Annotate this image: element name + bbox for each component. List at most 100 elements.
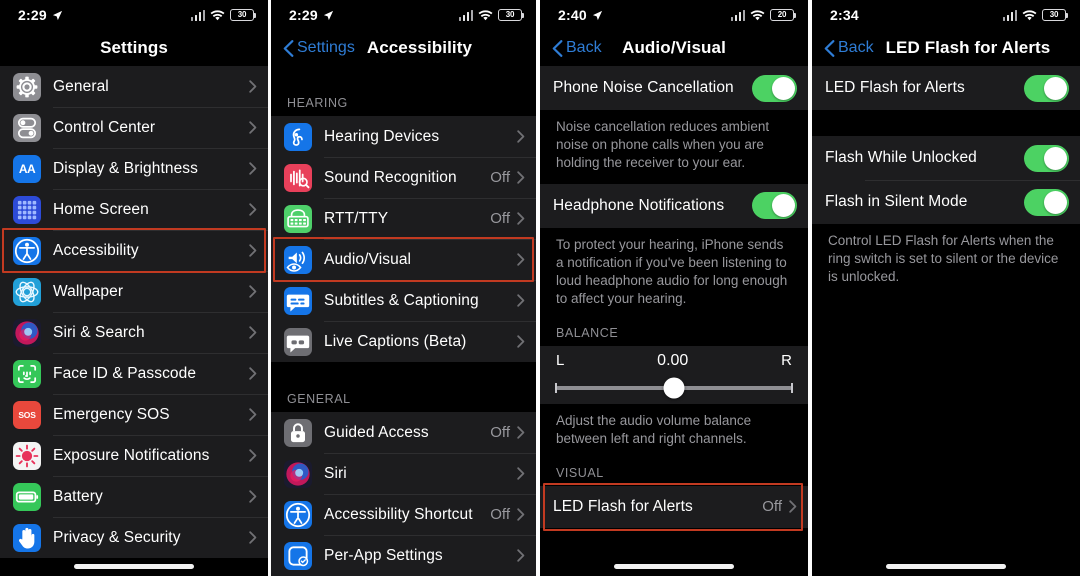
list-item[interactable]: Face ID & Passcode: [0, 353, 268, 394]
nav-bar: Back Audio/Visual: [540, 30, 808, 66]
list-item-label: Battery: [53, 487, 103, 505]
back-button[interactable]: Settings: [283, 39, 355, 57]
chevron-right-icon: [249, 367, 257, 380]
list-item[interactable]: Exposure Notifications: [0, 435, 268, 476]
face-id-icon: [13, 359, 41, 388]
toggle-switch[interactable]: [1024, 188, 1069, 216]
list-item-value: Off: [490, 169, 510, 186]
section-header: BALANCE: [540, 319, 808, 346]
battery-level-text: 30: [1049, 10, 1059, 19]
toggle-switch[interactable]: [752, 192, 797, 220]
led-flash-list[interactable]: LED Flash for Alerts Flash While Unlocked…: [812, 66, 1080, 576]
guided-access-lock-icon: [284, 418, 312, 447]
toggle-row-label: Headphone Notifications: [553, 196, 725, 214]
section-footer-text: To protect your hearing, iPhone sends a …: [540, 227, 808, 320]
status-bar: 2:34 30: [812, 0, 1080, 30]
audio-visual-list[interactable]: Phone Noise Cancellation Noise cancellati…: [540, 66, 808, 576]
list-item[interactable]: Control Center: [0, 107, 268, 148]
location-arrow-icon: [52, 10, 62, 20]
list-item[interactable]: Home Screen: [0, 189, 268, 230]
list-item-label: General: [53, 77, 109, 95]
balance-right-label: R: [781, 352, 792, 370]
list-item-label: Exposure Notifications: [53, 446, 210, 464]
chevron-right-icon: [249, 121, 257, 134]
list-item[interactable]: Audio/Visual: [271, 239, 536, 280]
list-item[interactable]: Guided Access Off: [271, 412, 536, 453]
settings-list[interactable]: General Control Center AA Display & Brightn…: [0, 66, 268, 576]
nav-row: Back LED Flash for Alerts: [824, 38, 1050, 58]
toggle-row[interactable]: Phone Noise Cancellation: [540, 66, 808, 110]
battery-level-text: 30: [237, 10, 247, 19]
list-item[interactable]: SOS Emergency SOS: [0, 394, 268, 435]
list-item[interactable]: Per-App Settings: [271, 535, 536, 576]
list-item[interactable]: Accessibility Shortcut Off: [271, 494, 536, 535]
list-item[interactable]: Battery: [0, 476, 268, 517]
cellular-bars-icon: [190, 9, 205, 21]
sos-icon: SOS: [13, 400, 41, 429]
list-item-label: Wallpaper: [53, 282, 124, 300]
list-item[interactable]: Hearing Devices: [271, 116, 536, 157]
list-item-label: Display & Brightness: [53, 159, 199, 177]
list-item[interactable]: Sound Recognition Off: [271, 157, 536, 198]
balance-left-label: L: [556, 352, 565, 370]
section-footer-text: Adjust the audio volume balance between …: [540, 403, 808, 460]
list-item[interactable]: Live Captions (Beta): [271, 321, 536, 362]
back-button[interactable]: Back: [552, 39, 602, 57]
list-item-label: Hearing Devices: [324, 127, 440, 145]
chevron-right-icon: [517, 212, 525, 225]
status-time: 2:34: [830, 7, 859, 23]
status-bar-left: 2:29: [18, 7, 63, 23]
location-arrow-icon: [592, 10, 602, 20]
settings-group: Guided Access Off Siri Accessibility Shortc…: [271, 412, 536, 576]
balance-slider-track[interactable]: [555, 377, 793, 399]
chevron-right-icon: [249, 490, 257, 503]
list-item[interactable]: AA Display & Brightness: [0, 148, 268, 189]
toggle-switch[interactable]: [1024, 144, 1069, 172]
toggle-row[interactable]: Flash While Unlocked: [812, 136, 1080, 180]
list-item[interactable]: Siri & Search: [0, 312, 268, 353]
list-item-label: Siri: [324, 464, 347, 482]
list-item[interactable]: General: [0, 66, 268, 107]
balance-slider-group[interactable]: L 0.00 R: [540, 345, 808, 404]
home-indicator: [74, 564, 194, 569]
list-item[interactable]: Accessibility: [0, 230, 268, 271]
chevron-right-icon: [249, 162, 257, 175]
list-item[interactable]: Siri: [271, 453, 536, 494]
list-item-label: Emergency SOS: [53, 405, 170, 423]
list-item[interactable]: Wallpaper: [0, 271, 268, 312]
chevron-right-icon: [249, 203, 257, 216]
settings-group: Hearing Devices Sound Recognition Off RTT/T…: [271, 116, 536, 362]
battery-icon: 30: [498, 9, 525, 21]
page-title: Accessibility: [366, 38, 473, 57]
toggle-switch[interactable]: [752, 74, 797, 102]
list-item[interactable]: Privacy & Security: [0, 517, 268, 558]
toggle-row[interactable]: Flash in Silent Mode: [812, 180, 1080, 224]
battery-icon: 30: [230, 9, 257, 21]
back-button[interactable]: Back: [824, 39, 874, 57]
accessibility-list[interactable]: HEARING Hearing Devices Sound Recognition O…: [271, 66, 536, 576]
home-screen-icon: [13, 195, 41, 224]
balance-slider-knob[interactable]: [663, 377, 685, 399]
toggle-row[interactable]: LED Flash for Alerts: [812, 66, 1080, 110]
chevron-left-icon: [283, 39, 294, 57]
chevron-right-icon: [517, 426, 525, 439]
list-item[interactable]: Subtitles & Captioning: [271, 280, 536, 321]
cellular-bars-icon: [730, 9, 745, 21]
nav-list-item[interactable]: LED Flash for Alerts Off: [540, 485, 808, 528]
wifi-icon: [750, 9, 765, 20]
toggle-switch[interactable]: [1024, 74, 1069, 102]
list-item[interactable]: RTT/TTY Off: [271, 198, 536, 239]
wifi-icon: [478, 9, 493, 20]
section-header: HEARING: [271, 90, 536, 116]
status-bar-left: 2:40: [558, 7, 603, 23]
settings-group: Flash While Unlocked Flash in Silent Mode: [812, 136, 1080, 224]
chevron-right-icon: [249, 531, 257, 544]
toggle-row-label: Phone Noise Cancellation: [553, 79, 734, 96]
list-item-label: Per-App Settings: [324, 546, 443, 564]
section-spacer: [271, 66, 536, 90]
list-item-label: Audio/Visual: [324, 250, 412, 268]
list-item-label: Privacy & Security: [53, 528, 181, 546]
toggle-row[interactable]: Headphone Notifications: [540, 183, 808, 228]
nav-bar: Settings: [0, 30, 268, 66]
screenshot-stage: 2:29 30 Settings General Control Center AA…: [0, 0, 1080, 576]
